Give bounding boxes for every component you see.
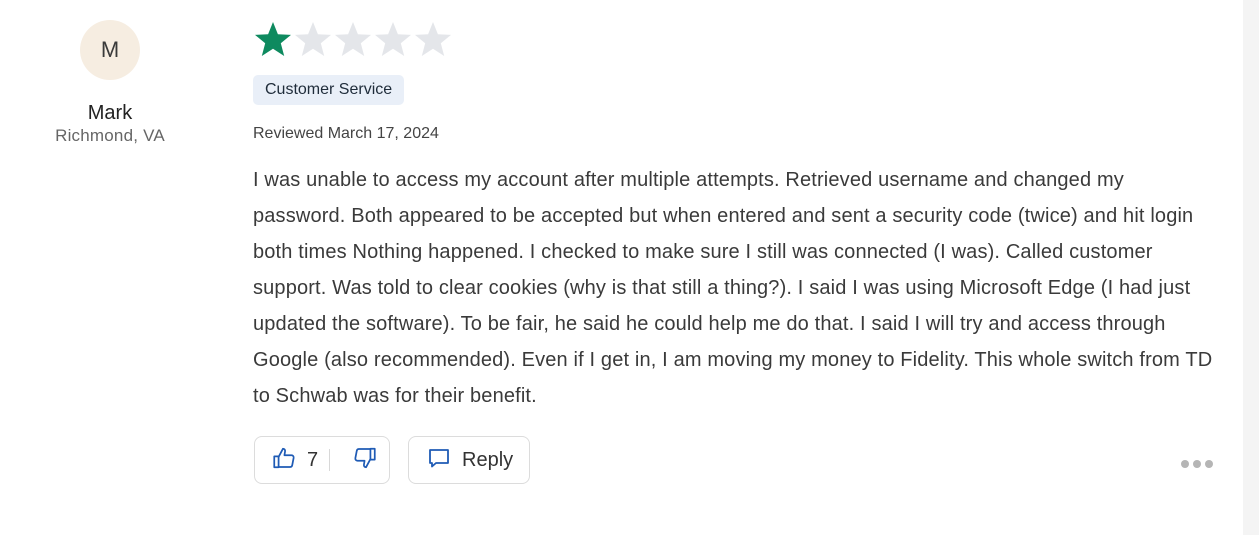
star-empty-icon bbox=[415, 22, 451, 56]
review-author: M Mark Richmond, VA bbox=[20, 20, 200, 147]
author-location: Richmond, VA bbox=[55, 126, 165, 145]
more-dots-icon bbox=[1205, 460, 1213, 468]
not-helpful-button[interactable] bbox=[352, 445, 378, 476]
topic-tag[interactable]: Customer Service bbox=[253, 75, 405, 105]
helpful-button[interactable]: 7 bbox=[271, 445, 318, 476]
star-empty-icon bbox=[335, 22, 371, 56]
reply-label: Reply bbox=[462, 448, 514, 471]
star-empty-icon bbox=[295, 22, 331, 56]
review-date: Reviewed March 17, 2024 bbox=[253, 125, 439, 142]
vote-divider bbox=[329, 449, 331, 471]
thumbs-down-icon bbox=[352, 445, 378, 476]
reply-button[interactable]: Reply bbox=[408, 436, 530, 484]
more-dots-icon bbox=[1181, 460, 1189, 468]
avatar[interactable]: M bbox=[80, 20, 140, 80]
star-rating bbox=[253, 18, 1223, 60]
avatar-initial: M bbox=[100, 37, 120, 62]
author-name[interactable]: Mark bbox=[20, 101, 200, 125]
review-text: I was unable to access my account after … bbox=[253, 169, 1213, 407]
thumbs-up-icon bbox=[271, 445, 297, 476]
review-content: Customer Service Reviewed March 17, 2024… bbox=[253, 18, 1223, 414]
speech-bubble-icon bbox=[427, 446, 451, 475]
star-filled-icon bbox=[255, 22, 291, 56]
more-dots-icon bbox=[1193, 460, 1201, 468]
review-page: M Mark Richmond, VA Customer Service Rev… bbox=[0, 0, 1259, 535]
vote-box: 7 bbox=[254, 436, 390, 484]
review-actions: 7 Reply bbox=[254, 436, 530, 484]
helpful-count: 7 bbox=[307, 448, 319, 471]
scrollbar-track[interactable] bbox=[1243, 0, 1259, 535]
star-empty-icon bbox=[375, 22, 411, 56]
more-options-button[interactable] bbox=[1181, 460, 1213, 468]
